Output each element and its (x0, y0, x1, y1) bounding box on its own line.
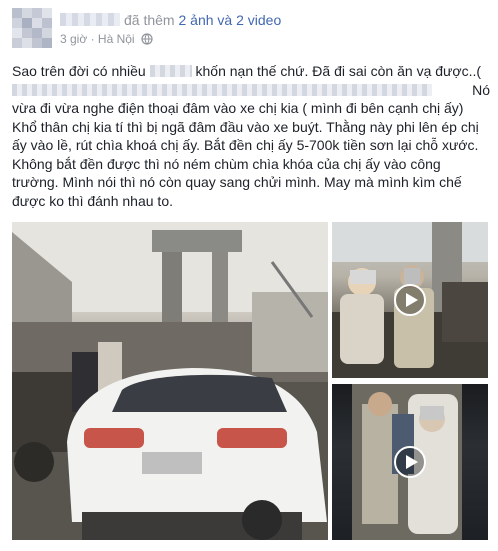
play-icon[interactable] (393, 445, 427, 479)
post-location[interactable]: Hà Nội (98, 32, 135, 46)
redacted-word (149, 65, 192, 77)
post-text-rest: vừa đi vừa nghe điện thoại đâm vào xe ch… (12, 100, 479, 209)
post-photo-car[interactable] (12, 222, 328, 540)
meta-separator: · (90, 32, 95, 46)
media-count-link[interactable]: 2 ảnh và 2 video (178, 12, 281, 28)
post-title-row: đã thêm 2 ảnh và 2 video (60, 12, 281, 28)
globe-icon[interactable] (141, 33, 153, 48)
avatar[interactable] (12, 8, 52, 48)
author-name-blurred[interactable] (60, 13, 120, 26)
redacted-line (12, 83, 432, 96)
post-text-2-end: Nó (472, 81, 490, 98)
post-timestamp[interactable]: 3 giờ (60, 32, 87, 46)
post-text-1b: khốn nạn thế chứ. Đã đi sai còn ăn vạ đư… (195, 63, 482, 79)
post-action-text: đã thêm (124, 12, 175, 28)
post-video-1[interactable] (332, 222, 488, 378)
post-header: đã thêm 2 ảnh và 2 video 3 giờ · Hà Nội (12, 8, 488, 54)
post-meta: 3 giờ · Hà Nội (60, 32, 153, 48)
post-body: Sao trên đời có nhiều khốn nạn thế chứ. … (12, 62, 490, 210)
play-icon[interactable] (393, 283, 427, 317)
post-video-2[interactable] (332, 384, 488, 540)
post-text-1a: Sao trên đời có nhiều (12, 63, 146, 79)
